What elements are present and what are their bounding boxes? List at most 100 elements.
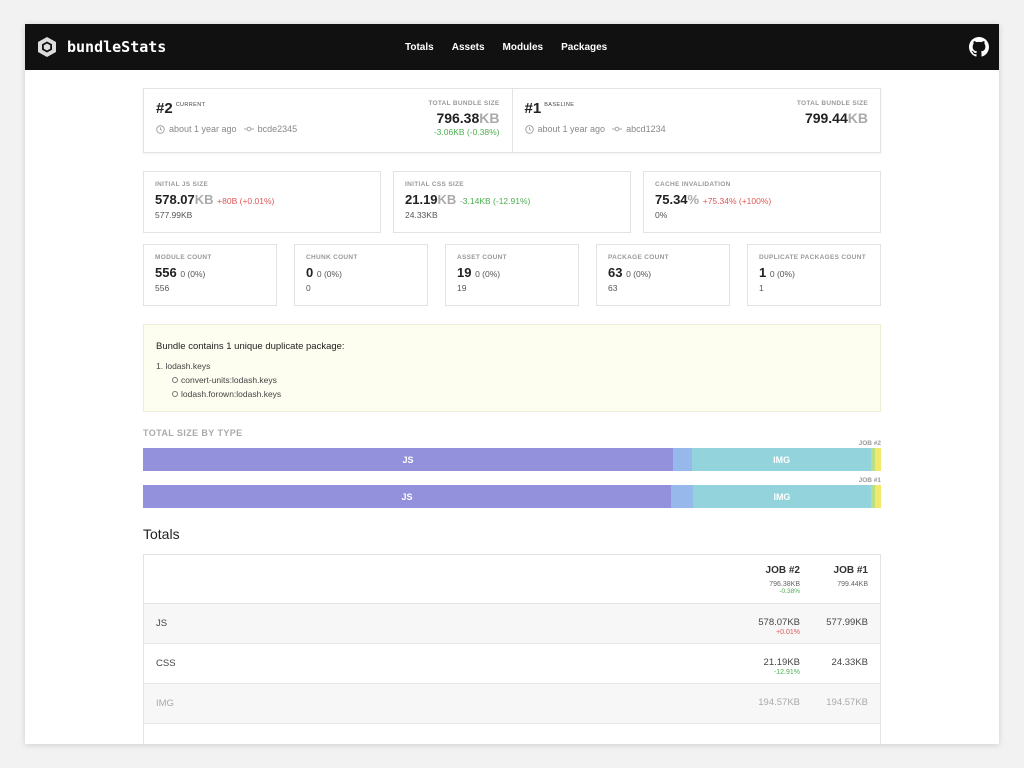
size-bar-job2: JS IMG [143, 448, 881, 471]
app-name: bundleStats [67, 38, 167, 56]
row-delta: +0.01% [776, 629, 800, 636]
totals-title: Totals [143, 526, 180, 542]
total-bundle-size-label: TOTAL BUNDLE SIZE [428, 100, 500, 107]
app-window: bundleStats Totals Assets Modules Packag… [25, 24, 999, 744]
row-name: JS [156, 618, 168, 629]
metric-baseline: 0% [655, 210, 668, 220]
metric-delta: -3.14KB (-12.91%) [459, 196, 531, 206]
hexagon-logo-icon [38, 37, 56, 57]
metric-chunk-count: CHUNK COUNT 0 0 (0%) 0 [294, 244, 428, 306]
row-job2-value: 21.19KB [763, 657, 800, 668]
table-row [144, 724, 880, 744]
nav-packages[interactable]: Packages [561, 42, 607, 53]
metric-baseline: 556 [155, 283, 170, 293]
column-header: JOB #2 [765, 565, 800, 576]
job-commit[interactable]: bcde2345 [258, 124, 298, 134]
bar-segment-js[interactable]: JS [143, 448, 674, 471]
nav-assets[interactable]: Assets [452, 42, 485, 53]
job-baseline: #1 BASELINE about 1 year ago abcd1234 TOT… [511, 89, 881, 152]
column-job2[interactable]: JOB #2 796.38KB -0.38% [766, 565, 800, 595]
metric-package-count: PACKAGE COUNT 63 0 (0%) 63 [596, 244, 730, 306]
clock-icon [524, 124, 534, 134]
bar-segment-other2[interactable] [875, 485, 881, 508]
bar-segment-img[interactable]: IMG [692, 448, 871, 471]
metric-label: MODULE COUNT [155, 254, 212, 261]
top-navbar: bundleStats Totals Assets Modules Packag… [25, 24, 999, 70]
metric-delta: 0 (0%) [316, 269, 342, 279]
job-current: #2 CURRENT about 1 year ago bcde2345 TOTA… [144, 89, 512, 152]
brand[interactable]: bundleStats [37, 24, 166, 70]
total-bundle-size: 799.44 [804, 110, 848, 126]
metric-baseline: 19 [457, 283, 467, 293]
bar-segment-css[interactable] [673, 448, 693, 471]
job-time: about 1 year ago [169, 124, 237, 134]
column-total: 796.38KB [769, 581, 800, 588]
metric-value: 556 [155, 265, 177, 280]
metric-delta: 0 (0%) [626, 269, 652, 279]
bar-segment-other2[interactable] [875, 448, 881, 471]
total-bundle-delta: -3.06KB (-0.38%) [433, 127, 500, 137]
metric-label: CACHE INVALIDATION [655, 181, 731, 188]
row-name: CSS [156, 658, 176, 669]
job-role: BASELINE [544, 102, 575, 108]
metric-baseline: 24.33KB [405, 210, 438, 220]
primary-metrics: INITIAL JS SIZE 578.07KB +80B (+0.01%) 5… [143, 171, 881, 233]
column-job1[interactable]: JOB #1 799.44KB [834, 565, 868, 588]
metric-cache-invalidation: CACHE INVALIDATION 75.34% +75.34% (+100%… [643, 171, 881, 233]
bar-segment-css[interactable] [670, 485, 694, 508]
column-total: 799.44KB [837, 581, 868, 588]
column-delta: -0.38% [779, 588, 800, 595]
nav-modules[interactable]: Modules [503, 42, 544, 53]
nav-totals[interactable]: Totals [405, 42, 434, 53]
metric-label: INITIAL CSS SIZE [405, 181, 464, 188]
metric-unit: % [687, 192, 700, 207]
metric-label: ASSET COUNT [457, 254, 507, 261]
metric-value: 0 [306, 265, 314, 280]
metric-asset-count: ASSET COUNT 19 0 (0%) 19 [445, 244, 579, 306]
job-number: #2 [156, 100, 173, 117]
metric-value: 1 [759, 265, 767, 280]
main-content: #2 CURRENT about 1 year ago bcde2345 TOTA… [143, 88, 881, 744]
row-job1-value: 577.99KB [826, 617, 868, 628]
metric-duplicate-packages-count: DUPLICATE PACKAGES COUNT 1 0 (0%) 1 [747, 244, 881, 306]
duplicate-packages-notice: Bundle contains 1 unique duplicate packa… [143, 324, 881, 412]
metric-initial-js: INITIAL JS SIZE 578.07KB +80B (+0.01%) 5… [143, 171, 381, 233]
metric-baseline: 1 [759, 283, 764, 293]
row-job1-value: 24.33KB [831, 657, 868, 668]
duplicate-package-path: lodash.forown:lodash.keys [172, 389, 868, 399]
duplicate-notice-title: Bundle contains 1 unique duplicate packa… [156, 341, 345, 352]
column-header: JOB #1 [833, 565, 868, 576]
metric-delta: 0 (0%) [769, 269, 795, 279]
github-icon[interactable] [969, 37, 989, 57]
row-job1-value: 194.57KB [826, 697, 868, 708]
metric-value: 63 [608, 265, 623, 280]
commit-icon [612, 126, 623, 132]
size-by-type-title: TOTAL SIZE BY TYPE [143, 428, 243, 438]
metric-unit: KB [437, 192, 457, 207]
metric-baseline: 577.99KB [155, 210, 193, 220]
table-row: IMG 194.57KB 194.57KB [144, 684, 880, 724]
size-unit: KB [847, 110, 868, 126]
size-bar-job1: JS IMG [143, 485, 881, 508]
totals-table-header: JOB #2 796.38KB -0.38% JOB #1 799.44KB [144, 555, 880, 604]
metric-value: 75.34 [655, 192, 688, 207]
metric-initial-css: INITIAL CSS SIZE 21.19KB -3.14KB (-12.91… [393, 171, 631, 233]
bar-segment-js[interactable]: JS [143, 485, 671, 508]
bar-segment-img[interactable]: IMG [693, 485, 871, 508]
metric-label: CHUNK COUNT [306, 254, 358, 261]
job-role: CURRENT [175, 102, 206, 108]
duplicate-package-list: 1. lodash.keys convert-units:lodash.keys… [156, 361, 868, 399]
metric-module-count: MODULE COUNT 556 0 (0%) 556 [143, 244, 277, 306]
metric-label: DUPLICATE PACKAGES COUNT [759, 254, 866, 261]
row-delta: -12.91% [773, 669, 800, 676]
job-commit[interactable]: abcd1234 [626, 124, 666, 134]
bar-label-job1: JOB #1 [858, 477, 881, 484]
row-job2-value: 578.07KB [758, 617, 800, 628]
metric-label: PACKAGE COUNT [608, 254, 669, 261]
commit-icon [243, 126, 254, 132]
metric-delta: +80B (+0.01%) [217, 196, 275, 206]
row-job2-value: 194.57KB [758, 697, 800, 708]
table-row: JS 578.07KB +0.01% 577.99KB [144, 604, 880, 644]
size-unit: KB [479, 110, 500, 126]
metric-label: INITIAL JS SIZE [155, 181, 209, 188]
